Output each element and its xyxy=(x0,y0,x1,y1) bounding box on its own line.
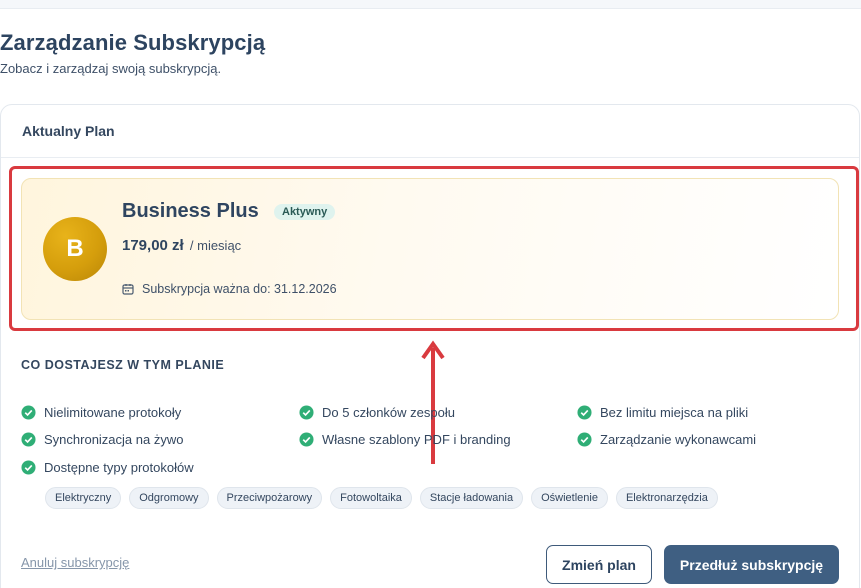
check-circle-icon xyxy=(21,432,36,447)
feature-item: Nielimitowane protokoły xyxy=(21,405,181,420)
protocol-type-chip: Oświetlenie xyxy=(531,487,608,509)
current-plan-title: Aktualny Plan xyxy=(22,123,115,139)
feature-item: Dostępne typy protokołów xyxy=(21,460,194,475)
feature-item: Zarządzanie wykonawcami xyxy=(577,432,756,447)
check-circle-icon xyxy=(21,460,36,475)
check-circle-icon xyxy=(299,432,314,447)
protocol-type-chip: Przeciwpożarowy xyxy=(216,487,323,509)
feature-label: Synchronizacja na żywo xyxy=(44,432,184,447)
feature-item: Synchronizacja na żywo xyxy=(21,432,183,447)
check-circle-icon xyxy=(21,405,36,420)
change-plan-button[interactable]: Zmień plan xyxy=(546,545,652,584)
feature-label: Nielimitowane protokoły xyxy=(44,405,182,420)
protocol-type-chip: Fotowoltaika xyxy=(330,487,412,509)
feature-item: Do 5 członków zespołu xyxy=(299,405,455,420)
features-title: CO DOSTAJESZ W TYM PLANIE xyxy=(21,358,225,372)
feature-item: Własne szablony PDF i branding xyxy=(299,432,511,447)
page-title: Zarządzanie Subskrypcją xyxy=(0,30,266,55)
protocol-type-chip: Stacje ładowania xyxy=(419,487,524,509)
top-strip xyxy=(0,0,861,9)
check-circle-icon xyxy=(577,432,592,447)
protocol-type-chip: Elektryczny xyxy=(45,487,122,509)
page-subtitle: Zobacz i zarządzaj swoją subskrypcją. xyxy=(0,61,222,76)
protocol-types-list: Elektryczny Odgromowy Przeciwpożarowy Fo… xyxy=(45,487,718,509)
protocol-type-chip: Odgromowy xyxy=(129,487,209,509)
protocol-type-chip: Elektronarzędzia xyxy=(615,487,718,509)
feature-label: Własne szablony PDF i branding xyxy=(322,432,511,447)
highlight-box xyxy=(9,166,859,331)
card-header: Aktualny Plan xyxy=(1,105,859,158)
cancel-subscription-link[interactable]: Anuluj subskrypcję xyxy=(21,555,129,570)
feature-label: Do 5 członków zespołu xyxy=(322,405,455,420)
renew-subscription-button[interactable]: Przedłuż subskrypcję xyxy=(664,545,839,584)
feature-label: Bez limitu miejsca na pliki xyxy=(600,405,749,420)
feature-label: Zarządzanie wykonawcami xyxy=(600,432,757,447)
check-circle-icon xyxy=(299,405,314,420)
feature-label: Dostępne typy protokołów xyxy=(44,460,194,475)
check-circle-icon xyxy=(577,405,592,420)
feature-item: Bez limitu miejsca na pliki xyxy=(577,405,748,420)
